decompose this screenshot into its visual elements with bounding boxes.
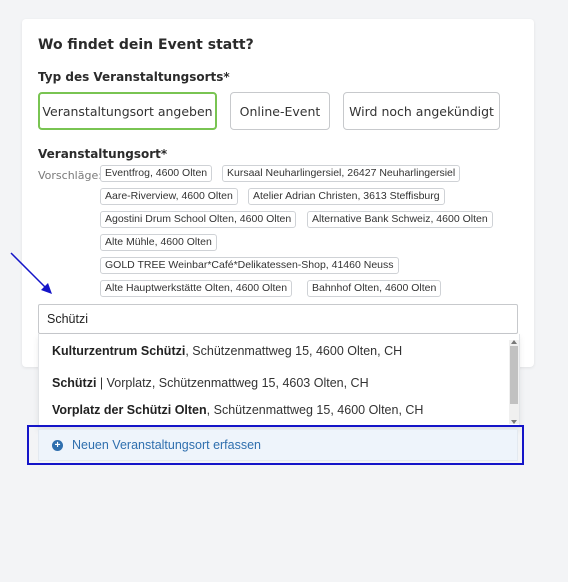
dropdown-scrollbar[interactable]	[509, 340, 519, 424]
result-option[interactable]: Kulturzentrum Schützi, Schützenmattweg 1…	[52, 344, 402, 358]
result-address: , Schützenmattweg 15, 4600 Olten, CH	[206, 403, 424, 417]
section-title: Wo findet dein Event statt?	[38, 37, 254, 53]
result-option[interactable]: Schützi | Vorplatz, Schützenmattweg 15, …	[52, 376, 369, 390]
annotation-arrow-icon	[10, 252, 52, 294]
search-results-dropdown: Kulturzentrum Schützi, Schützenmattweg 1…	[38, 334, 520, 428]
suggestion-chip[interactable]: Bahnhof Olten, 4600 Olten	[307, 280, 442, 297]
result-name: Kulturzentrum Schützi	[52, 344, 186, 358]
suggestion-chip[interactable]: GOLD TREE Weinbar*Café*Delikatessen-Shop…	[100, 257, 399, 274]
suggestion-chip[interactable]: Alte Hauptwerkstätte Olten, 4600 Olten	[100, 280, 293, 297]
venue-type-label: Typ des Veranstaltungsorts*	[38, 70, 230, 84]
scroll-down-icon[interactable]	[511, 420, 517, 424]
suggestion-chip[interactable]: Alternative Bank Schweiz, 4600 Olten	[307, 211, 493, 228]
venue-type-online-button[interactable]: Online-Event	[230, 92, 330, 130]
suggestion-chip[interactable]: Alte Mühle, 4600 Olten	[100, 234, 217, 251]
scroll-up-icon[interactable]	[511, 340, 517, 344]
venue-type-tba-button[interactable]: Wird noch angekündigt	[343, 92, 500, 130]
result-name-suffix: | Vorplatz	[96, 376, 152, 390]
highlight-box	[27, 425, 524, 465]
result-option[interactable]: Vorplatz der Schützi Olten, Schützenmatt…	[52, 403, 423, 417]
suggestion-chip[interactable]: Agostini Drum School Olten, 4600 Olten	[100, 211, 297, 228]
venue-search-input[interactable]: Schützi	[38, 304, 518, 334]
venue-label: Veranstaltungsort*	[38, 147, 168, 161]
suggestion-chip[interactable]: Kursaal Neuharlingersiel, 26427 Neuharli…	[222, 165, 461, 182]
suggestions-label: Vorschläge:	[38, 169, 102, 182]
result-address: , Schützenmattweg 15, 4603 Olten, CH	[151, 376, 369, 390]
venue-type-specify-button[interactable]: Veranstaltungsort angeben	[38, 92, 217, 130]
suggestion-chip[interactable]: Aare-Riverview, 4600 Olten	[100, 188, 238, 205]
result-address: , Schützenmattweg 15, 4600 Olten, CH	[185, 344, 403, 358]
suggestion-chip[interactable]: Eventfrog, 4600 Olten	[100, 165, 213, 182]
scrollbar-thumb[interactable]	[510, 346, 518, 404]
result-name: Schützi	[52, 376, 97, 390]
suggestion-chip[interactable]: Atelier Adrian Christen, 3613 Steffisbur…	[248, 188, 445, 205]
result-name: Vorplatz der Schützi Olten	[52, 403, 207, 417]
